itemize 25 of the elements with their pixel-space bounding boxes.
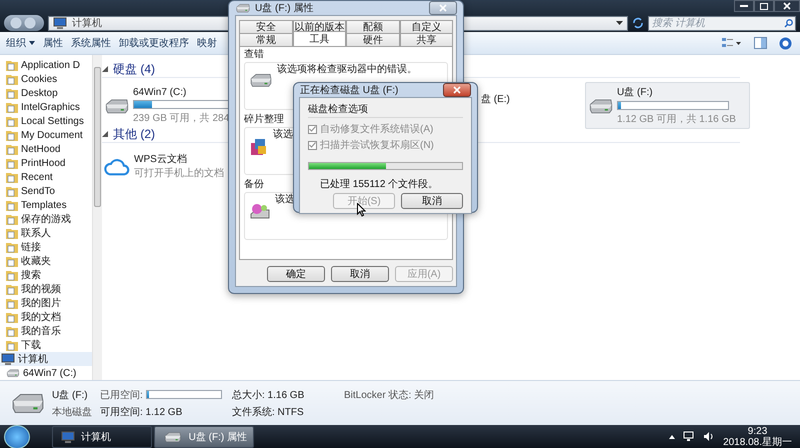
drive-name: 64Win7 (C:): [133, 86, 188, 98]
drive-name: U盘 (F:): [617, 86, 654, 99]
drive-info: 239 GB 可用，共 284: [133, 112, 230, 124]
total-size: 总大小: 1.16 GB: [232, 388, 304, 402]
section-text: 该选: [273, 129, 293, 141]
free-space: 可用空间: 1.12 GB: [100, 406, 182, 418]
progress-status: 已处理 155112 个文件段。: [320, 178, 438, 191]
drive-info: 1.12 GB 可用，共 1.16 GB: [617, 112, 736, 126]
group-header: 其他 (2): [113, 126, 155, 142]
section-text: 该选项将检查驱动器中的错误。: [277, 64, 417, 76]
drive-name: 盘 (E:): [481, 93, 510, 106]
dialog-title: U盘 (F:) 属性: [255, 2, 314, 15]
item-info: 可打开手机上的文档: [134, 166, 224, 180]
dialog-title: 正在检查磁盘 U盘 (F:): [300, 84, 398, 97]
group-title: 磁盘检查选项: [308, 102, 463, 118]
bitlocker-status: BitLocker 状态: 关闭: [344, 388, 434, 402]
group-header: 硬盘 (4): [113, 60, 155, 78]
file-system: 文件系统: NTFS: [232, 406, 304, 418]
drive-type: 本地磁盘: [52, 406, 92, 418]
section-title: 备份: [244, 179, 264, 191]
item-name: WPS云文档: [134, 152, 188, 166]
drive-name: U盘 (F:): [52, 388, 88, 402]
used-space-label: 已用空间:: [100, 388, 143, 402]
section-title: 碎片整理: [244, 114, 284, 126]
section-title: 查错: [244, 49, 264, 61]
